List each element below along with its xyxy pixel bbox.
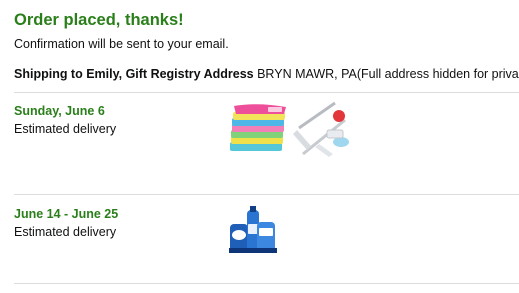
section-divider: [14, 194, 519, 195]
section-divider: [14, 92, 519, 93]
shipping-address-line: Shipping to Emily, Gift Registry Address…: [14, 67, 519, 81]
section-divider: [14, 283, 519, 284]
microfiber-cloths-image[interactable]: [228, 102, 290, 154]
delivery-date-2: June 14 - June 25: [14, 207, 119, 221]
order-confirmation-title: Order placed, thanks!: [14, 11, 184, 29]
delivery-date-1: Sunday, June 6: [14, 104, 105, 118]
shipping-recipient-label: Shipping to Emily, Gift Registry Address: [14, 67, 254, 81]
spin-mop-image[interactable]: [293, 100, 351, 158]
dish-soap-bundle-image[interactable]: [229, 206, 277, 254]
confirmation-message: Confirmation will be sent to your email.: [14, 37, 229, 51]
delivery-note-2: Estimated delivery: [14, 225, 117, 239]
delivery-note-1: Estimated delivery: [14, 122, 117, 136]
shipping-address-text: BRYN MAWR, PA(Full address hidden for pr…: [253, 67, 519, 81]
